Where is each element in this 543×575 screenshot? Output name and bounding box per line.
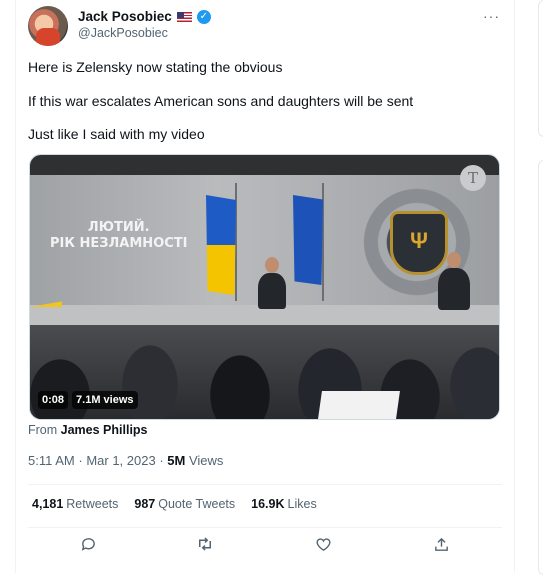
retweet-icon[interactable]	[195, 534, 215, 554]
retweets-count: 4,181	[32, 497, 64, 511]
audience-paper	[318, 391, 400, 419]
presidential-flag	[293, 195, 323, 285]
more-options-icon[interactable]: ···	[483, 8, 500, 24]
video-stage-sign: ЛЮТИЙ. РІК НЕЗЛАМНОСТІ	[50, 220, 187, 252]
video-views: 7.1M views	[72, 391, 138, 409]
adjacent-panel-edge	[538, 160, 543, 575]
likes-label: Likes	[287, 497, 317, 511]
verified-badge-icon: ✓	[196, 9, 211, 24]
quote-tweets-count: 987	[134, 497, 156, 511]
likes-count: 16.9K	[251, 497, 285, 511]
quote-tweets-label: Quote Tweets	[158, 497, 236, 511]
divider	[28, 484, 502, 485]
likes-stat[interactable]: 16.9K Likes	[251, 497, 317, 511]
trident-emblem-icon: Ψ	[390, 211, 448, 275]
views-label: Views	[188, 453, 224, 468]
from-author-link[interactable]: James Phillips	[61, 423, 148, 437]
sign-line: РІК НЕЗЛАМНОСТІ	[50, 236, 188, 251]
retweets-stat[interactable]: 4,181 Retweets	[32, 497, 118, 511]
us-flag-icon	[176, 11, 192, 22]
quote-tweets-stat[interactable]: 987 Quote Tweets	[134, 497, 235, 511]
views-count: 5M	[167, 453, 186, 468]
tweet-card: Jack Posobiec ✓ @JackPosobiec ··· Here i…	[15, 0, 515, 573]
ukraine-flag	[206, 195, 236, 295]
like-icon[interactable]	[313, 534, 333, 554]
tweet-stats: 4,181 Retweets 987 Quote Tweets 16.9K Likes	[32, 497, 317, 511]
author-handle[interactable]: @JackPosobiec	[78, 26, 168, 40]
adjacent-panel-edge	[538, 0, 543, 137]
meta-separator: ·	[78, 453, 83, 468]
speaker-head	[265, 257, 279, 273]
share-icon[interactable]	[431, 534, 451, 554]
avatar[interactable]	[28, 6, 68, 46]
sign-line: ЛЮТИЙ.	[87, 220, 150, 235]
moderator-head	[447, 252, 461, 268]
author-row: Jack Posobiec ✓	[78, 9, 211, 24]
divider	[28, 527, 502, 528]
tweet-meta: 5:11 AM · Mar 1, 2023 · 5M Views	[28, 453, 223, 468]
tweet-actions	[16, 534, 514, 560]
tweet-text-line: If this war escalates American sons and …	[28, 93, 414, 109]
tweet-text-line: Just like I said with my video	[28, 126, 205, 142]
speaker-figure	[258, 273, 286, 309]
from-prefix: From	[28, 423, 58, 437]
tweet-date[interactable]: Mar 1, 2023	[86, 453, 155, 468]
reply-icon[interactable]	[78, 534, 98, 554]
moderator-figure	[438, 268, 470, 310]
video-badges: 0:08 7.1M views	[38, 391, 138, 409]
publisher-logo: T	[460, 165, 486, 191]
retweets-label: Retweets	[66, 497, 119, 511]
video-duration: 0:08	[38, 391, 69, 409]
tweet-time[interactable]: 5:11 AM	[28, 453, 75, 468]
video-attribution: From James Phillips	[28, 423, 148, 437]
tweet-text-line: Here is Zelensky now stating the obvious	[28, 59, 283, 75]
author-name[interactable]: Jack Posobiec	[78, 9, 172, 24]
meta-separator: ·	[159, 453, 164, 468]
video-player[interactable]: ЛЮТИЙ. РІК НЕЗЛАМНОСТІ Ψ T 0:08 7.1M vie…	[29, 154, 500, 420]
